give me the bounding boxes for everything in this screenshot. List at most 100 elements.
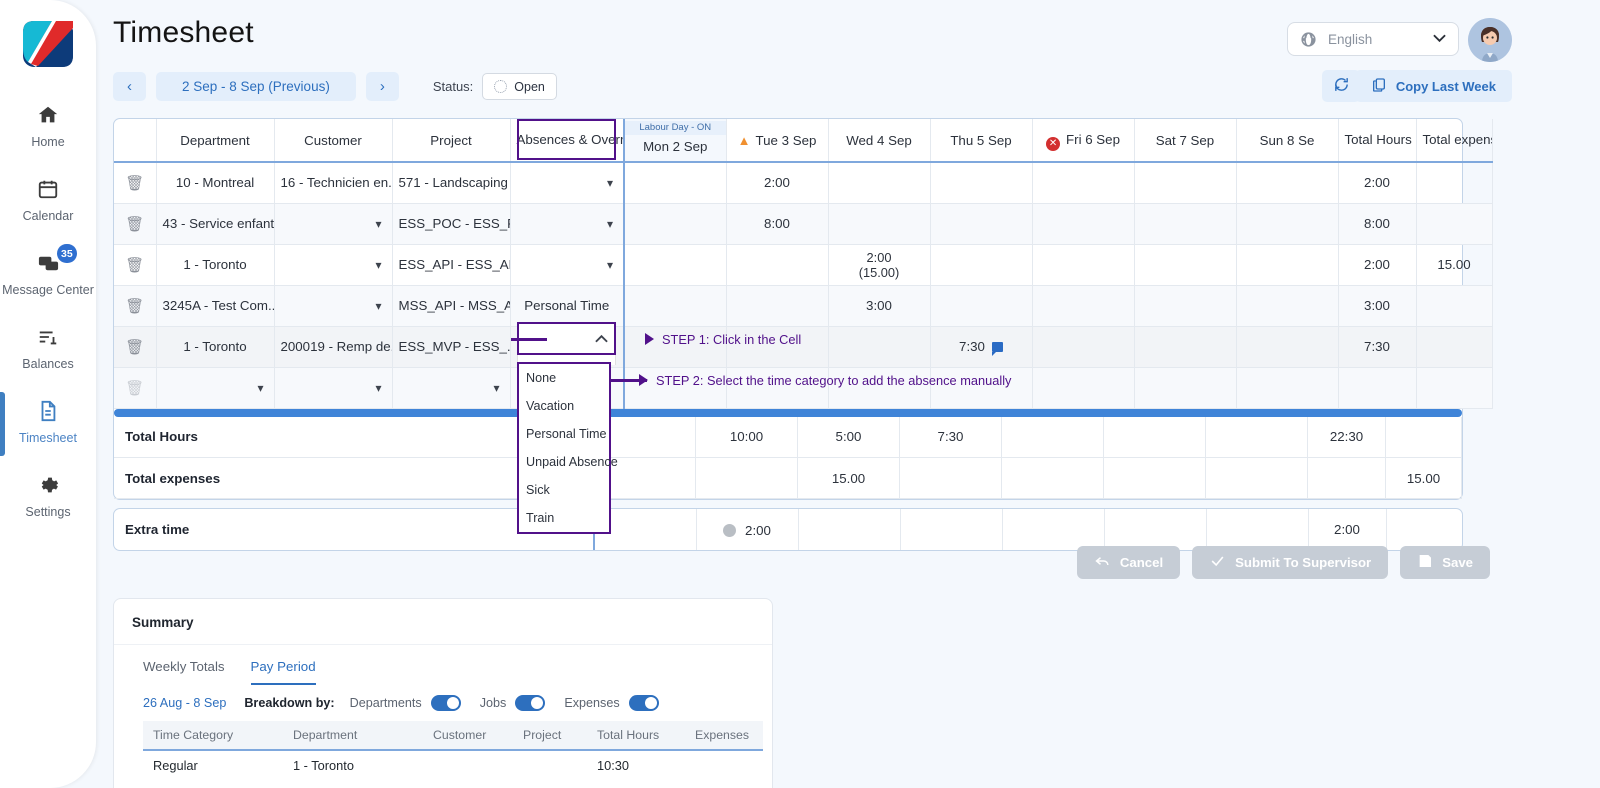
sidebar-item-calendar[interactable]: Calendar <box>0 166 96 234</box>
col-header-delete <box>114 119 157 163</box>
cell-tue[interactable] <box>726 244 829 286</box>
cell-project[interactable]: ESS_API - ESS_AP... <box>392 244 511 286</box>
cell-department[interactable]: 43 - Service enfant <box>156 203 275 245</box>
cell-department[interactable]: 1 - Toronto <box>156 244 275 286</box>
delete-row-button[interactable]: 🗑 <box>114 285 157 327</box>
cell-sat[interactable] <box>1134 285 1237 327</box>
cell-sat[interactable] <box>1134 244 1237 286</box>
toggle-expenses[interactable] <box>628 695 659 711</box>
cell-mon[interactable] <box>623 162 727 204</box>
cell-customer[interactable]: ▾ <box>274 367 393 409</box>
cell-customer[interactable]: ▾ <box>274 203 393 245</box>
breakdown-controls: 26 Aug - 8 Sep Breakdown by: Departments… <box>114 685 772 721</box>
sidebar-item-timesheet[interactable]: Timesheet <box>0 388 96 456</box>
cell-wed[interactable]: 2:00 (15.00) <box>828 244 931 286</box>
sidebar-item-balances[interactable]: Balances <box>0 314 96 382</box>
balances-icon <box>35 324 61 350</box>
cell-absences[interactable]: Personal Time <box>510 285 625 327</box>
cell-absences[interactable]: ▾ <box>510 203 625 245</box>
sidebar-item-home[interactable]: Home <box>0 92 96 160</box>
cell-absences[interactable]: ▾ <box>510 162 625 204</box>
cell-sun[interactable] <box>1236 285 1339 327</box>
dropdown-option-unpaid-absence[interactable]: Unpaid Absence <box>519 448 618 476</box>
cell-thu[interactable] <box>930 203 1033 245</box>
dropdown-option-personal-time[interactable]: Personal Time <box>519 420 609 448</box>
cell-sat[interactable] <box>1134 326 1237 368</box>
delete-row-button[interactable]: 🗑 <box>114 244 157 286</box>
cell-fri[interactable] <box>1032 326 1135 368</box>
cell-sun[interactable] <box>1236 203 1339 245</box>
sidebar-item-settings[interactable]: Settings <box>0 462 96 530</box>
next-period-button[interactable]: › <box>365 72 399 101</box>
cell-department[interactable]: 10 - Montreal <box>156 162 275 204</box>
language-select[interactable]: English <box>1287 22 1459 56</box>
cell-department[interactable]: 3245A - Test Com... <box>156 285 275 327</box>
cell-sun[interactable] <box>1236 367 1339 409</box>
cell-thu[interactable] <box>930 285 1033 327</box>
cell-tue[interactable] <box>726 285 829 327</box>
cell-absences[interactable]: ▾ <box>510 244 625 286</box>
cell-customer[interactable]: 16 - Technicien en... <box>274 162 393 204</box>
cell-tue[interactable]: 2:00 <box>726 162 829 204</box>
tab-pay-period[interactable]: Pay Period <box>250 659 316 685</box>
cell-mon[interactable] <box>623 244 727 286</box>
cell-mon[interactable] <box>623 203 727 245</box>
summary-project: 571 <box>513 779 587 788</box>
cell-wed[interactable] <box>828 326 931 368</box>
cell-fri[interactable] <box>1032 203 1135 245</box>
cell-mon[interactable] <box>623 285 727 327</box>
table-row: 🗑 3245A - Test Com... ▾ MSS_API - MSS_A.… <box>114 285 1493 327</box>
cell-tue[interactable]: 8:00 <box>726 203 829 245</box>
cell-wed[interactable]: 3:00 <box>828 285 931 327</box>
cell-sat[interactable] <box>1134 367 1237 409</box>
dropdown-option-vacation[interactable]: Vacation <box>519 392 609 420</box>
cell-project[interactable]: 571 - Landscaping <box>392 162 511 204</box>
cell-department[interactable]: ▾ <box>156 367 275 409</box>
expenses-sum: 15.00 <box>1385 457 1462 499</box>
period-selector[interactable]: 2 Sep - 8 Sep (Previous) <box>156 72 356 101</box>
cell-wed[interactable] <box>828 162 931 204</box>
cell-wed[interactable] <box>828 203 931 245</box>
cell-fri[interactable] <box>1032 244 1135 286</box>
summary-table: Time Category Department Customer Projec… <box>143 721 763 788</box>
sidebar-item-label: Calendar <box>22 209 74 223</box>
dropdown-option-train[interactable]: Train <box>519 504 609 532</box>
cell-customer[interactable]: 200019 - Remp de... <box>274 326 393 368</box>
previous-period-button[interactable]: ‹ <box>113 72 146 101</box>
cell-sun[interactable] <box>1236 244 1339 286</box>
cell-project[interactable]: ESS_POC - ESS_P... <box>392 203 511 245</box>
copy-last-week-button[interactable]: Copy Last Week <box>1354 70 1512 102</box>
cell-department[interactable]: 1 - Toronto <box>156 326 275 368</box>
cell-sat[interactable] <box>1134 162 1237 204</box>
cell-customer[interactable]: ▾ <box>274 244 393 286</box>
action-buttons: Cancel Submit To Supervisor Save <box>1076 546 1490 579</box>
horizontal-scrollbar[interactable] <box>114 408 1462 417</box>
cell-project[interactable]: ▾ <box>392 367 511 409</box>
tab-weekly-totals[interactable]: Weekly Totals <box>143 659 225 685</box>
cell-thu[interactable] <box>930 162 1033 204</box>
save-button[interactable]: Save <box>1400 546 1490 579</box>
avatar[interactable] <box>1468 18 1512 62</box>
sidebar-item-label: Timesheet <box>19 431 77 445</box>
cell-thu[interactable]: 7:30 <box>930 326 1033 368</box>
delete-row-button[interactable]: 🗑 <box>114 203 157 245</box>
delete-row-button[interactable]: 🗑 <box>114 162 157 204</box>
cell-sun[interactable] <box>1236 162 1339 204</box>
cell-fri[interactable] <box>1032 285 1135 327</box>
submit-to-supervisor-button[interactable]: Submit To Supervisor <box>1192 546 1389 579</box>
dropdown-option-sick[interactable]: Sick <box>519 476 609 504</box>
cell-project[interactable]: MSS_API - MSS_A... <box>392 285 511 327</box>
cancel-button[interactable]: Cancel <box>1076 546 1181 579</box>
dropdown-option-none[interactable]: None <box>519 364 609 392</box>
cell-sat[interactable] <box>1134 203 1237 245</box>
cell-fri[interactable] <box>1032 162 1135 204</box>
cell-sun[interactable] <box>1236 326 1339 368</box>
sidebar-item-message-center[interactable]: 35 Message Center <box>0 240 96 308</box>
toggle-departments[interactable] <box>430 695 461 711</box>
delete-row-button[interactable]: 🗑 <box>114 326 157 368</box>
cell-project[interactable]: ESS_MVP - ESS_... <box>392 326 511 368</box>
cell-customer[interactable]: ▾ <box>274 285 393 327</box>
toggle-jobs[interactable] <box>515 695 546 711</box>
cell-fri[interactable] <box>1032 367 1135 409</box>
cell-thu[interactable] <box>930 244 1033 286</box>
